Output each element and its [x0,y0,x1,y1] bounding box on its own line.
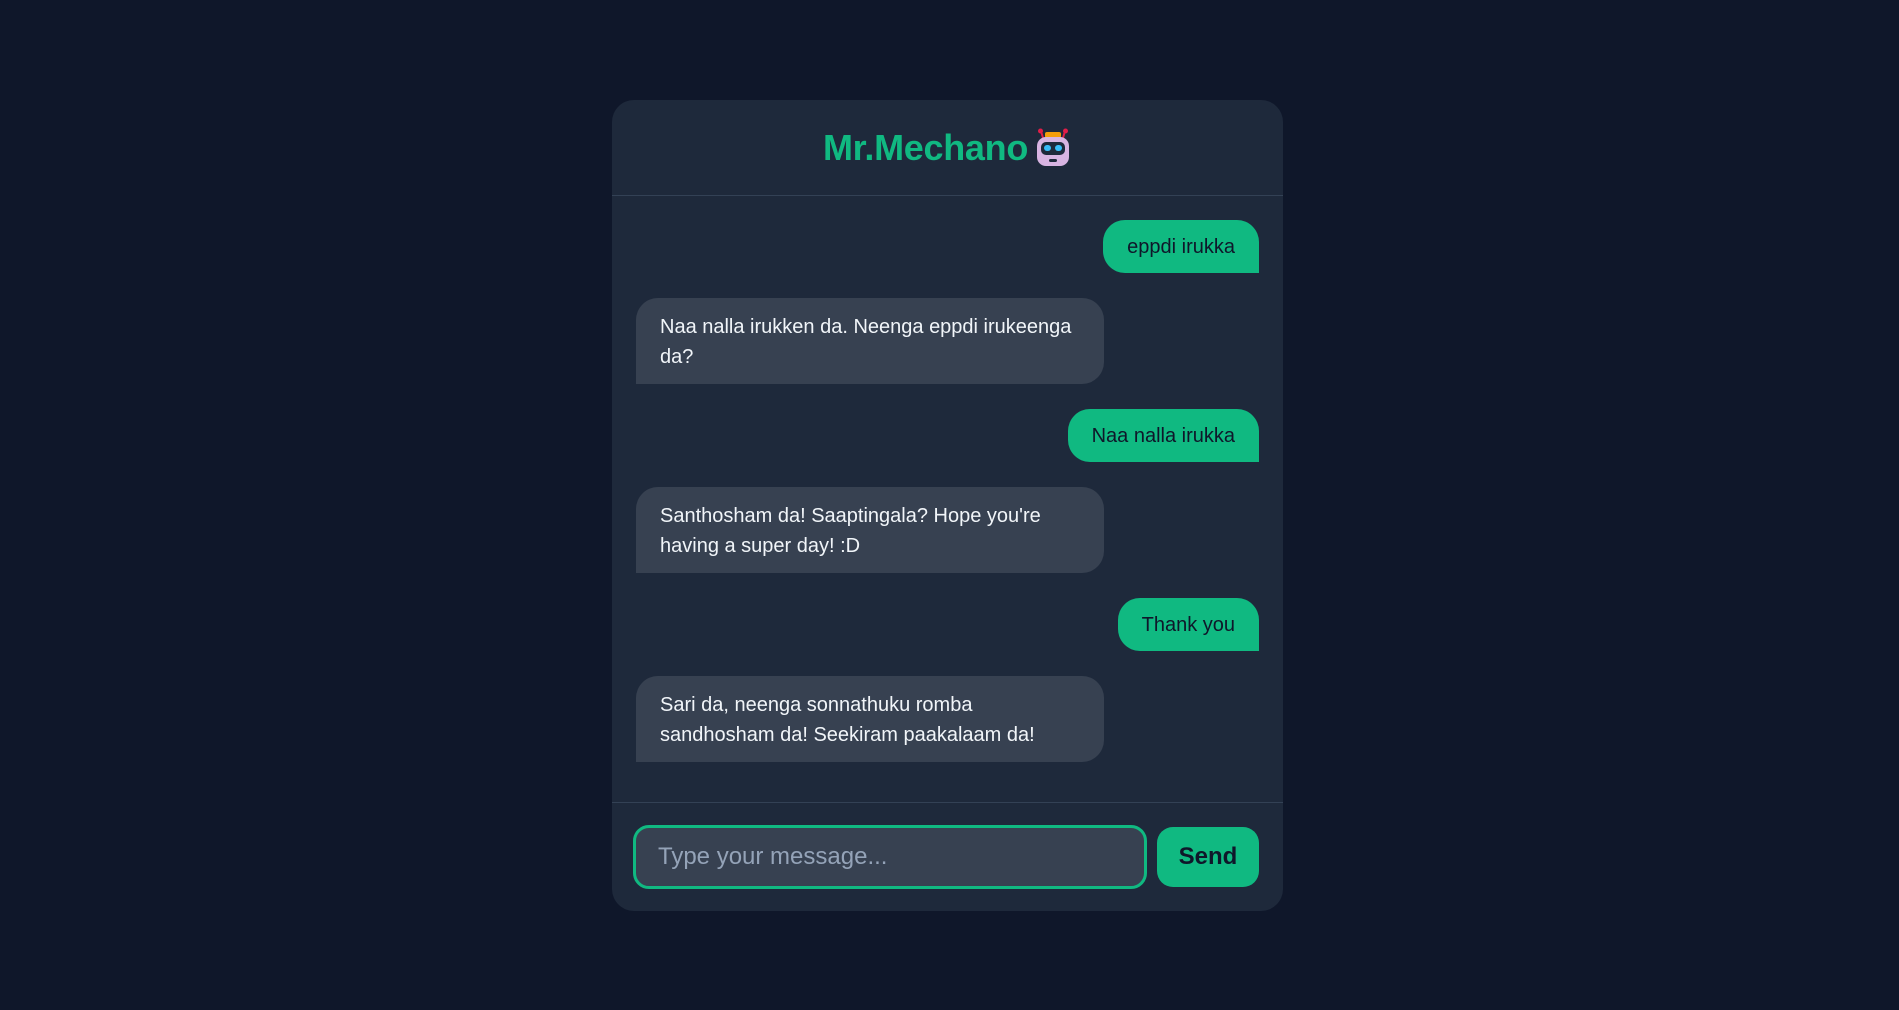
user-message: Thank you [1117,598,1259,651]
bot-message: Sari da, neenga sonnathuku romba sandhos… [636,676,1104,762]
user-message: Naa nalla irukka [1067,409,1259,462]
bot-message: Naa nalla irukken da. Neenga eppdi iruke… [636,298,1104,384]
message-list: eppdi irukka Naa nalla irukken da. Neeng… [612,196,1283,802]
user-message: eppdi irukka [1103,220,1259,273]
message-input[interactable] [633,825,1147,889]
robot-icon [1034,128,1072,168]
chat-window: Mr.Mechano eppdi irukka Naa nalla irukke… [612,100,1283,911]
chat-title: Mr.Mechano [822,126,1029,168]
send-button[interactable]: Send [1157,827,1259,887]
bot-message: Santhosham da! Saaptingala? Hope you're … [636,487,1104,573]
composer-bar: Send [612,802,1283,911]
chat-header: Mr.Mechano [612,100,1283,196]
